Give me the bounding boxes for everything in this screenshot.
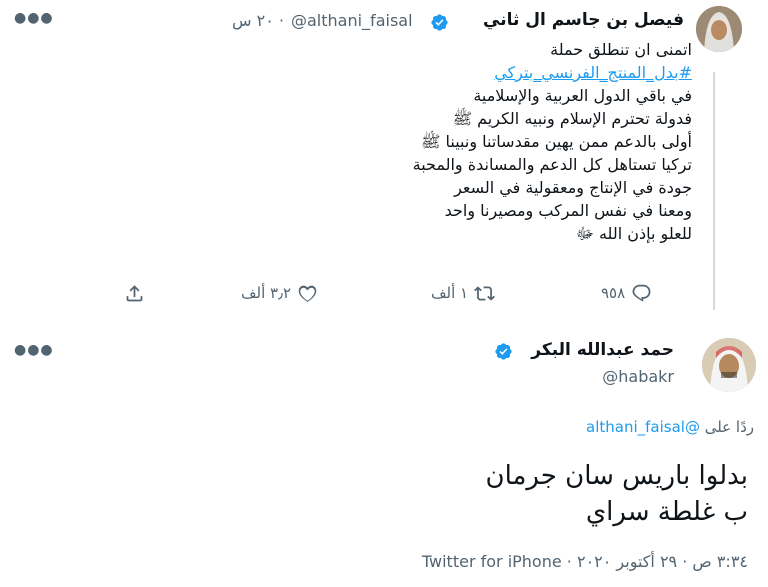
- reply-button[interactable]: ٩٥٨: [601, 282, 652, 304]
- tweet-line: ومعنا في نفس المركب ومصيرنا واحد: [444, 201, 692, 220]
- author-handle[interactable]: @althani_faisal: [291, 11, 413, 30]
- reply-author-handle[interactable]: @habakr: [602, 367, 674, 386]
- replying-prefix: ردًا على: [704, 418, 754, 436]
- verified-badge-icon: [495, 343, 512, 360]
- reply-count: ٩٥٨: [601, 284, 626, 302]
- tweet-line: جودة في الإنتاج ومعقولية في السعر: [454, 178, 692, 197]
- like-button[interactable]: ٣٫٢ ألف: [241, 282, 318, 304]
- retweet-button[interactable]: ١ ألف: [431, 282, 496, 304]
- tweet-line: تركيا تستاهل كل الدعم والمساندة والمحبة: [412, 155, 692, 174]
- more-icon[interactable]: ●●●: [14, 342, 54, 358]
- tweet-line: أولى بالدعم ممن يهين مقدساتنا ونبينا ﷺ: [421, 132, 692, 151]
- avatar-habakr[interactable]: [702, 338, 756, 392]
- avatar-faisal[interactable]: [696, 6, 742, 52]
- retweet-icon: [474, 285, 496, 301]
- tweet-line: في باقي الدول العربية والإسلامية: [473, 86, 692, 105]
- like-count: ٣٫٢ ألف: [241, 284, 292, 302]
- replying-to: ردًا على @althani_faisal: [586, 418, 754, 436]
- tweet-line: للعلو بإذن الله ﷻ: [575, 224, 692, 243]
- tweet-time[interactable]: ٢٠ س: [232, 11, 274, 30]
- replying-mention-link[interactable]: @althani_faisal: [586, 418, 700, 436]
- hashtag-link[interactable]: #بدل_المنتج_الفرنسي_بتركي: [332, 61, 692, 84]
- verified-badge-icon: [431, 14, 448, 31]
- tweet-line: اتمنى ان تنطلق حملة: [550, 40, 692, 59]
- share-button[interactable]: [124, 282, 145, 304]
- like-icon: [298, 285, 317, 302]
- reply-line: ب غلطة سراي: [585, 497, 748, 527]
- more-icon[interactable]: ●●●: [14, 10, 54, 26]
- reply-author-name[interactable]: حمد عبدالله البكر: [531, 340, 674, 360]
- reply-line: بدلوا باريس سان جرمان: [485, 461, 748, 491]
- share-icon: [126, 284, 143, 301]
- reply-icon: [632, 284, 651, 302]
- tweet-line: فدولة تحترم الإسلام ونبيه الكريم ﷺ: [452, 109, 692, 128]
- reply-body: بدلوا باريس سان جرمان ب غلطة سراي: [485, 458, 748, 530]
- time-separator: ·: [279, 11, 285, 30]
- reply-timestamp[interactable]: ٣:٣٤ ص · ٢٩ أكتوبر ٢٠٢٠ · Twitter for iP…: [422, 552, 748, 571]
- thread-connector: [713, 72, 715, 310]
- author-name[interactable]: فيصل بن جاسم ال ثاني: [483, 10, 684, 30]
- tweet-body: اتمنى ان تنطلق حملة #بدل_المنتج_الفرنسي_…: [332, 38, 692, 245]
- retweet-count: ١ ألف: [431, 284, 469, 302]
